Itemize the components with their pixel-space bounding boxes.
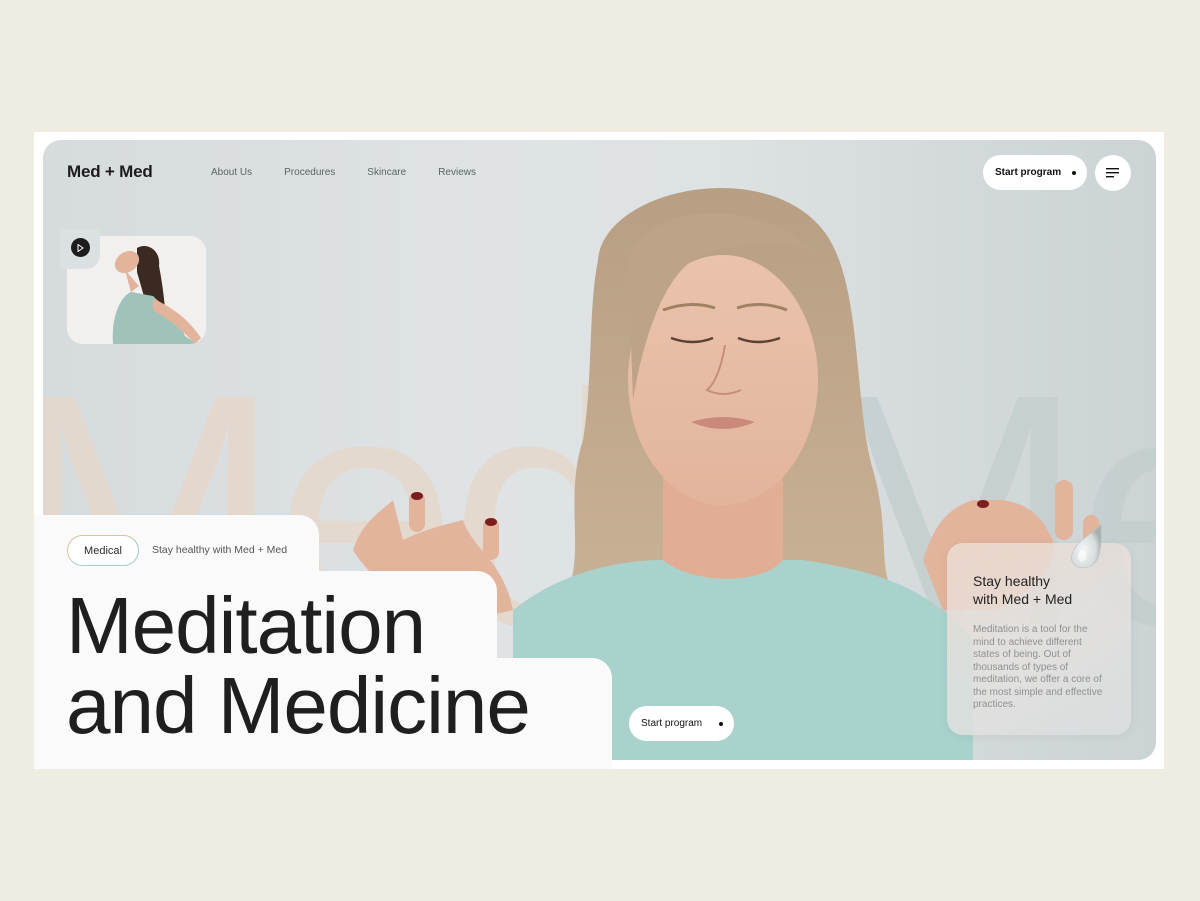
card-title: Stay healthy with Med + Med xyxy=(973,573,1073,607)
start-program-button-hero[interactable]: Start program xyxy=(629,706,734,741)
info-card: Stay healthy with Med + Med Meditation i… xyxy=(947,543,1131,735)
headline-line-1: Meditation xyxy=(66,581,426,670)
card-body: Meditation is a tool for the mind to ach… xyxy=(973,624,1103,710)
menu-icon xyxy=(1106,168,1119,178)
water-drop-icon xyxy=(1071,523,1102,569)
main-nav: About Us Procedures Skincare Reviews xyxy=(211,167,476,178)
start-program-button-header[interactable]: Start program xyxy=(983,155,1087,190)
nav-item-about-us[interactable]: About Us xyxy=(211,167,252,178)
hero-tagline: Stay healthy with Med + Med xyxy=(152,544,288,556)
play-button[interactable] xyxy=(71,238,90,257)
headline-line-2: and Medicine xyxy=(66,661,531,750)
start-program-label: Start program xyxy=(995,167,1062,178)
nav-item-procedures[interactable]: Procedures xyxy=(284,167,335,178)
play-icon xyxy=(77,243,84,252)
dot-icon xyxy=(719,721,723,726)
dot-icon xyxy=(1072,170,1076,175)
nav-item-reviews[interactable]: Reviews xyxy=(438,167,476,178)
hero-headline: Meditation and Medicine xyxy=(66,581,531,750)
menu-button[interactable] xyxy=(1095,155,1131,191)
nav-item-skincare[interactable]: Skincare xyxy=(367,167,406,178)
brand-logo[interactable]: Med + Med xyxy=(67,162,153,182)
category-tag[interactable]: Medical xyxy=(67,535,139,566)
start-program-label: Start program xyxy=(641,718,703,729)
